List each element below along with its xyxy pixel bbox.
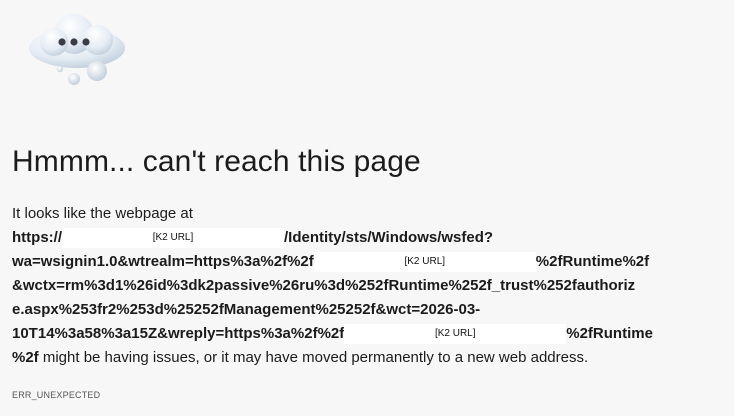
url-fragment: %2fRuntime bbox=[566, 325, 653, 342]
url-fragment: 10T14%3a58%3a15Z&wreply=https%3a%2f%2f bbox=[12, 325, 345, 342]
cloud-with-dots-icon bbox=[29, 14, 125, 85]
error-page: Hmmm... can't reach this page It looks l… bbox=[0, 0, 734, 416]
intro-line: It looks like the webpage at bbox=[12, 202, 712, 226]
url-fragment: %2fRuntime%2f bbox=[535, 253, 650, 270]
url-line-3: &wctx=rm%3d1%26id%3dk2passive%26ru%3d%25… bbox=[12, 274, 712, 298]
redacted-url-box: [K2 URL] bbox=[62, 228, 284, 248]
url-line-5: 10T14%3a58%3a15Z&wreply=https%3a%2f%2f [K… bbox=[12, 322, 712, 346]
redacted-url-box: [K2 URL] bbox=[344, 324, 567, 344]
url-line-6: %2f might be having issues, or it may ha… bbox=[12, 346, 712, 370]
url-line-4: e.aspx%253fr2%253d%25252fManagement%2525… bbox=[12, 298, 712, 322]
url-fragment: /Identity/sts/Windows/wsfed? bbox=[284, 229, 494, 246]
url-fragment: https:// bbox=[12, 229, 62, 246]
url-line-2: wa=wsignin1.0&wtrealm=https%3a%2f%2f [K2 … bbox=[12, 250, 712, 274]
url-fragment: %2f bbox=[12, 349, 39, 366]
error-message: It looks like the webpage at https://[K2… bbox=[12, 202, 712, 370]
error-code: ERR_UNEXPECTED bbox=[12, 390, 101, 400]
url-fragment: e.aspx%253fr2%253d%25252fManagement%2525… bbox=[12, 301, 481, 318]
url-fragment: &wctx=rm%3d1%26id%3dk2passive%26ru%3d%25… bbox=[12, 277, 636, 294]
issue-text: might be having issues, or it may have m… bbox=[38, 349, 589, 366]
redacted-url-box: [K2 URL] bbox=[313, 252, 536, 272]
page-title: Hmmm... can't reach this page bbox=[12, 145, 421, 178]
url-fragment: wa=wsignin1.0&wtrealm=https%3a%2f%2f bbox=[12, 253, 314, 270]
intro-text: It looks like the webpage at bbox=[12, 205, 193, 222]
url-line-1: https://[K2 URL]/Identity/sts/Windows/ws… bbox=[12, 226, 712, 250]
